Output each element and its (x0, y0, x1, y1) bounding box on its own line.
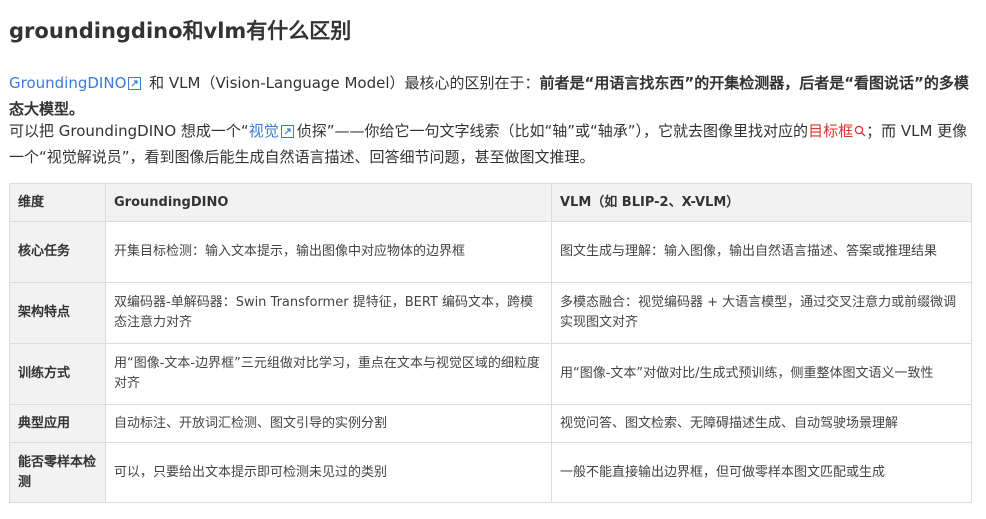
intro-text: 和 VLM（Vision-Language Model）最核心的区别在于： (144, 74, 540, 92)
intro-paragraph: GroundingDINO 和 VLM（Vision-Language Mode… (9, 71, 974, 121)
search-icon[interactable] (854, 120, 866, 144)
row-vlm: 一般不能直接输出边界框，但可做零样本图文匹配或生成 (551, 442, 972, 503)
table-header-row: 维度 GroundingDINO VLM（如 BLIP-2、X-VLM） (9, 183, 972, 222)
comparison-table: 维度 GroundingDINO VLM（如 BLIP-2、X-VLM） 核心任… (9, 183, 972, 503)
external-link-icon[interactable] (128, 73, 142, 97)
row-groundingdino: 用“图像-文本-边界框”三元组做对比学习，重点在文本与视觉区域的细粒度对齐 (105, 343, 552, 405)
row-groundingdino: 双编码器-单解码器：Swin Transformer 提特征，BERT 编码文本… (105, 282, 552, 344)
table-row: 典型应用 自动标注、开放词汇检测、图文引导的实例分割 视觉问答、图文检索、无障碍… (9, 404, 972, 443)
row-dimension: 核心任务 (9, 221, 106, 283)
row-groundingdino: 开集目标检测：输入文本提示，输出图像中对应物体的边界框 (105, 221, 552, 283)
header-groundingdino: GroundingDINO (105, 183, 552, 222)
row-vlm: 多模态融合：视觉编码器 + 大语言模型，通过交叉注意力或前缀微调实现图文对齐 (551, 282, 972, 344)
groundingdino-link[interactable]: GroundingDINO (9, 74, 126, 92)
target-box-link[interactable]: 目标框 (808, 122, 853, 140)
answer-page: groundingdino和vlm有什么区别 GroundingDINO 和 V… (0, 0, 986, 519)
row-vlm: 图文生成与理解：输入图像，输出自然语言描述、答案或推理结果 (551, 221, 972, 283)
table-row: 核心任务 开集目标检测：输入文本提示，输出图像中对应物体的边界框 图文生成与理解… (9, 221, 972, 283)
header-vlm: VLM（如 BLIP-2、X-VLM） (551, 183, 972, 222)
analogy-text-b: 侦探”——你给它一句文字线索（比如“轴”或“轴承”），它就去图像里找对应的 (296, 122, 809, 140)
analogy-paragraph: 可以把 GroundingDINO 想成一个“视觉 侦探”——你给它一句文字线索（… (9, 119, 974, 169)
row-groundingdino: 可以，只要给出文本提示即可检测未见过的类别 (105, 442, 552, 503)
row-dimension: 架构特点 (9, 282, 106, 344)
table-row: 能否零样本检测 可以，只要给出文本提示即可检测未见过的类别 一般不能直接输出边界… (9, 442, 972, 503)
row-dimension: 训练方式 (9, 343, 106, 405)
row-dimension: 典型应用 (9, 404, 106, 443)
external-link-icon[interactable] (280, 121, 294, 145)
row-vlm: 用“图像-文本”对做对比/生成式预训练，侧重整体图文语义一致性 (551, 343, 972, 405)
header-dimension: 维度 (9, 183, 106, 222)
page-title: groundingdino和vlm有什么区别 (9, 19, 352, 43)
table-row: 训练方式 用“图像-文本-边界框”三元组做对比学习，重点在文本与视觉区域的细粒度… (9, 343, 972, 405)
table-row: 架构特点 双编码器-单解码器：Swin Transformer 提特征，BERT… (9, 282, 972, 344)
row-groundingdino: 自动标注、开放词汇检测、图文引导的实例分割 (105, 404, 552, 443)
row-dimension: 能否零样本检测 (9, 442, 106, 503)
visual-link[interactable]: 视觉 (249, 122, 279, 140)
analogy-text-a: 可以把 GroundingDINO 想成一个“ (9, 122, 249, 140)
row-vlm: 视觉问答、图文检索、无障碍描述生成、自动驾驶场景理解 (551, 404, 972, 443)
